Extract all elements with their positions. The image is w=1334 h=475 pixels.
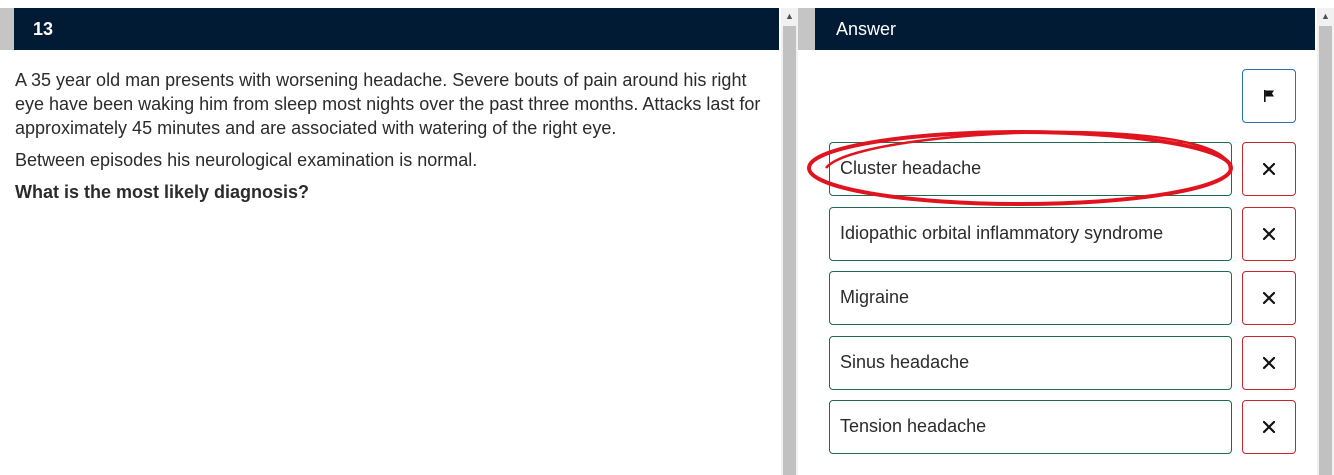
close-icon: [1263, 421, 1275, 433]
question-header-gutter: [0, 8, 14, 50]
scroll-up-arrow-icon[interactable]: ▲: [1317, 8, 1334, 25]
answer-scrollbar[interactable]: ▲: [1317, 8, 1334, 475]
close-icon: [1263, 228, 1275, 240]
scroll-up-arrow-icon[interactable]: ▲: [781, 8, 798, 25]
answer-header-gutter: [798, 8, 815, 50]
scroll-thumb[interactable]: [783, 26, 796, 475]
exclude-button-tension-headache[interactable]: [1242, 400, 1296, 454]
exclude-button-cluster-headache[interactable]: [1242, 142, 1296, 196]
question-paragraph-2: Between episodes his neurological examin…: [15, 150, 478, 170]
flag-button[interactable]: [1242, 69, 1296, 123]
exclude-button-migraine[interactable]: [1242, 271, 1296, 325]
answer-option-idiopathic-orbital-inflammatory-syndrome[interactable]: Idiopathic orbital inflammatory syndrome: [829, 207, 1232, 261]
close-icon: [1263, 357, 1275, 369]
question-prompt: What is the most likely diagnosis?: [15, 182, 310, 202]
question-paragraph-1: A 35 year old man presents with worsenin…: [15, 70, 761, 138]
answer-panel: Answer Cluster headache Idiopathic orbit…: [798, 0, 1317, 475]
question-stem: A 35 year old man presents with worsenin…: [15, 68, 770, 212]
question-panel: 13 A 35 year old man presents with worse…: [0, 0, 781, 475]
exclude-button-sinus-headache[interactable]: [1242, 336, 1296, 390]
answer-option-sinus-headache[interactable]: Sinus headache: [829, 336, 1232, 390]
close-icon: [1263, 163, 1275, 175]
answer-option-cluster-headache[interactable]: Cluster headache: [829, 142, 1232, 196]
exclude-button-idiopathic-orbital-inflammatory-syndrome[interactable]: [1242, 207, 1296, 261]
answer-option-migraine[interactable]: Migraine: [829, 271, 1232, 325]
scroll-thumb[interactable]: [1319, 26, 1332, 475]
answer-header: Answer: [815, 8, 1315, 50]
answer-option-tension-headache[interactable]: Tension headache: [829, 400, 1232, 454]
close-icon: [1263, 292, 1275, 304]
question-scrollbar[interactable]: ▲: [781, 8, 798, 475]
flag-icon: [1264, 90, 1274, 102]
question-number: 13: [14, 8, 779, 50]
